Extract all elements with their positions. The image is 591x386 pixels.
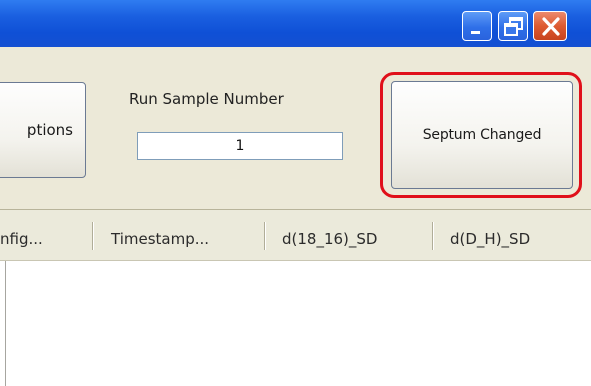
column-separator[interactable] xyxy=(264,222,266,250)
column-header-timestamp[interactable]: Timestamp... xyxy=(111,230,209,248)
options-button-label: ptions xyxy=(26,121,73,139)
septum-changed-button[interactable]: Septum Changed xyxy=(391,81,573,189)
column-separator[interactable] xyxy=(432,222,434,250)
title-bar[interactable] xyxy=(0,0,591,47)
column-header-d-d-h-sd[interactable]: d(D_H)_SD xyxy=(450,230,530,248)
run-sample-number-label: Run Sample Number xyxy=(129,90,284,108)
toolbar: ptions Run Sample Number Septum Changed xyxy=(0,47,591,209)
column-header-d18-16-sd[interactable]: d(18_16)_SD xyxy=(282,230,377,248)
septum-changed-button-label: Septum Changed xyxy=(422,127,542,143)
grid-header: nfig... Timestamp... d(18_16)_SD d(D_H)_… xyxy=(0,209,591,261)
close-button[interactable] xyxy=(533,11,567,41)
close-icon xyxy=(542,17,560,36)
options-button[interactable]: ptions xyxy=(0,82,86,178)
run-sample-number-input[interactable] xyxy=(137,132,343,160)
grid-left-border xyxy=(5,261,6,386)
app-window: ptions Run Sample Number Septum Changed … xyxy=(0,0,591,386)
column-separator[interactable] xyxy=(92,222,94,250)
minimize-icon xyxy=(471,31,480,34)
minimize-button[interactable] xyxy=(462,11,492,41)
restore-button[interactable] xyxy=(498,11,528,41)
column-header-config[interactable]: nfig... xyxy=(0,230,43,248)
grid-body[interactable] xyxy=(0,261,591,386)
restore-icon xyxy=(504,17,523,36)
